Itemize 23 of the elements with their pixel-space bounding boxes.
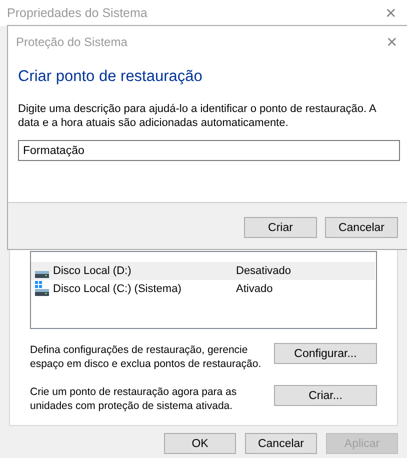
window-title: Propriedades do Sistema <box>7 6 148 20</box>
dialog-button[interactable]: Criar <box>244 217 317 238</box>
action-description: Defina configurações de restauração, gerencie espaço em disco e exclua pontos de restauração. <box>30 343 262 371</box>
drive-name: Disco Local (D:) <box>53 265 132 277</box>
dialog-button[interactable]: OK <box>164 433 236 454</box>
protection-status: Ativado <box>236 283 273 295</box>
drive-icon <box>35 289 49 296</box>
drive-row[interactable]: Disco Local (C:) (Sistema) Ativado <box>31 280 375 298</box>
dialog-title: Proteção do Sistema <box>16 35 128 49</box>
description-text: Digite uma descrição para ajudá-lo a identificar o ponto de restauração. A data e a hora atuais são adicionadas automaticamente. <box>18 102 378 130</box>
drive-icon <box>35 271 49 278</box>
close-button[interactable]: ✕ <box>386 34 398 50</box>
action-button[interactable]: Configurar... <box>274 343 377 364</box>
description-input[interactable]: Formatação <box>18 140 400 161</box>
close-button[interactable]: ✕ <box>385 5 397 21</box>
dialog-button[interactable]: Cancelar <box>245 433 317 454</box>
action-button[interactable]: Criar... <box>274 385 377 406</box>
protection-status: Desativado <box>236 265 292 277</box>
dialog-heading: Criar ponto de restauração <box>18 68 204 86</box>
drive-row[interactable]: Disco Local (D:) Desativado <box>31 262 375 280</box>
drive-name: Disco Local (C:) (Sistema) <box>53 283 182 295</box>
action-description: Crie um ponto de restauração agora para as unidades com proteção de sistema ativada. <box>30 385 238 413</box>
dialog-button[interactable]: Cancelar <box>325 217 398 238</box>
